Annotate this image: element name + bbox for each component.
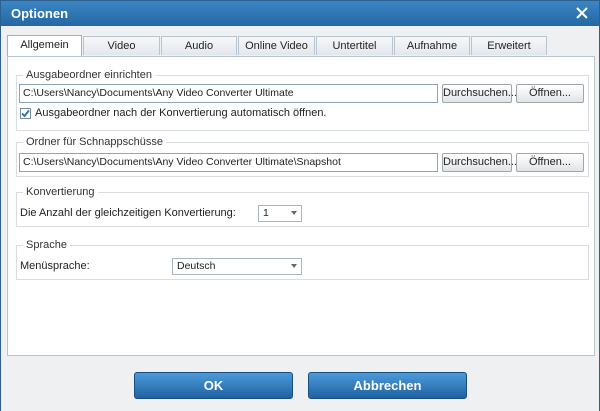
snapshot-folder-group: Ordner für Schnappschüsse C:\Users\Nancy… <box>16 136 589 177</box>
chevron-down-icon <box>291 211 297 215</box>
output-open-button[interactable]: Öffnen... <box>516 84 584 103</box>
tab-audio[interactable]: Audio <box>161 36 237 55</box>
tab-online-video[interactable]: Online Video <box>238 36 315 55</box>
tab-content-panel: Ausgabeordner einrichten C:\Users\Nancy\… <box>7 56 595 356</box>
dialog-footer: OK Abbrechen <box>1 359 599 411</box>
output-folder-group: Ausgabeordner einrichten C:\Users\Nancy\… <box>16 69 589 131</box>
close-icon <box>576 7 588 19</box>
auto-open-label: Ausgabeordner nach der Konvertierung aut… <box>35 107 327 119</box>
concurrent-conversions-value: 1 <box>263 207 269 219</box>
tab-aufnahme[interactable]: Aufnahme <box>394 36 470 55</box>
title-bar: Optionen <box>1 1 599 26</box>
tab-allgemein[interactable]: Allgemein <box>7 35 82 56</box>
dialog-title: Optionen <box>11 6 69 21</box>
menu-language-value: Deutsch <box>177 260 216 272</box>
language-group: Sprache Menüsprache: Deutsch <box>16 239 589 280</box>
conversion-title: Konvertierung <box>23 186 98 198</box>
check-icon <box>21 109 30 118</box>
tab-erweitert[interactable]: Erweitert <box>471 36 547 55</box>
output-path-field[interactable]: C:\Users\Nancy\Documents\Any Video Conve… <box>19 84 438 103</box>
snapshot-open-button[interactable]: Öffnen... <box>516 153 584 172</box>
tab-bar: Allgemein Video Audio Online Video Unter… <box>7 35 595 56</box>
snapshot-path-field[interactable]: C:\Users\Nancy\Documents\Any Video Conve… <box>19 153 438 172</box>
ok-button[interactable]: OK <box>134 372 293 399</box>
auto-open-checkbox[interactable] <box>20 108 31 119</box>
tab-untertitel[interactable]: Untertitel <box>316 36 393 55</box>
menu-language-label: Menüsprache: <box>20 260 90 272</box>
output-folder-title: Ausgabeordner einrichten <box>23 69 155 81</box>
tab-video[interactable]: Video <box>83 36 160 55</box>
close-button[interactable] <box>573 4 591 22</box>
chevron-down-icon <box>291 264 297 268</box>
cancel-button[interactable]: Abbrechen <box>308 372 467 399</box>
menu-language-select[interactable]: Deutsch <box>172 258 302 275</box>
snapshot-browse-button[interactable]: Durchsuchen... <box>442 153 517 172</box>
conversion-group: Konvertierung Die Anzahl der gleichzeiti… <box>16 186 589 227</box>
snapshot-folder-title: Ordner für Schnappschüsse <box>23 136 166 148</box>
options-dialog: Optionen Allgemein Video Audio Online Vi… <box>0 0 600 411</box>
concurrent-conversions-select[interactable]: 1 <box>258 205 302 222</box>
concurrent-conversions-label: Die Anzahl der gleichzeitigen Konvertier… <box>20 207 236 219</box>
language-title: Sprache <box>23 239 70 251</box>
output-browse-button[interactable]: Durchsuchen... <box>442 84 517 103</box>
